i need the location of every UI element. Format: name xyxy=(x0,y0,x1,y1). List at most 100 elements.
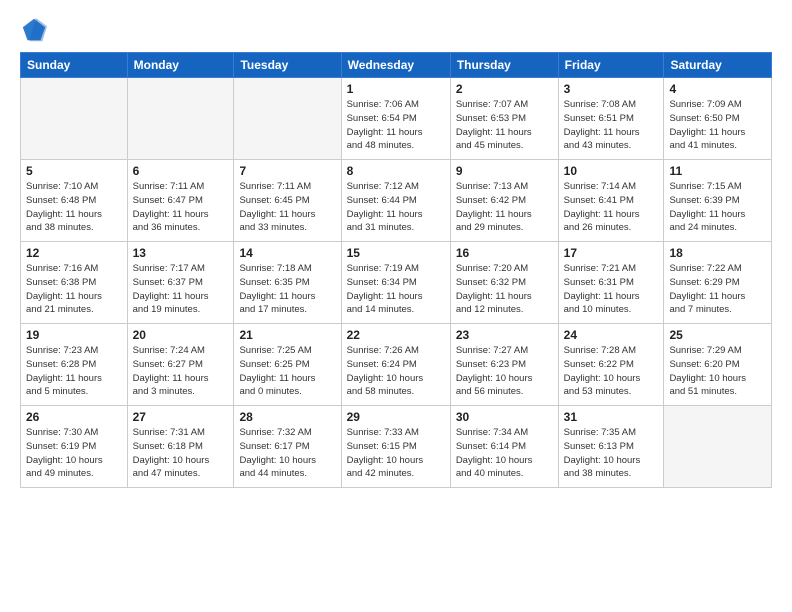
day-info: Sunrise: 7:19 AM Sunset: 6:34 PM Dayligh… xyxy=(347,262,445,317)
calendar-cell: 13 Sunrise: 7:17 AM Sunset: 6:37 PM Dayli… xyxy=(127,242,234,324)
calendar-cell: 2Sunrise: 7:07 AM Sunset: 6:53 PM Daylig… xyxy=(450,78,558,160)
calendar-cell: 9 Sunrise: 7:13 AM Sunset: 6:42 PM Daylig… xyxy=(450,160,558,242)
col-header-saturday: Saturday xyxy=(664,53,772,78)
day-number: 5 xyxy=(26,164,122,178)
day-number: 18 xyxy=(669,246,766,260)
day-info: Sunrise: 7:28 AM Sunset: 6:22 PM Dayligh… xyxy=(564,344,659,399)
day-number: 11 xyxy=(669,164,766,178)
day-number: 8 xyxy=(347,164,445,178)
day-info: Sunrise: 7:26 AM Sunset: 6:24 PM Dayligh… xyxy=(347,344,445,399)
calendar-cell xyxy=(127,78,234,160)
calendar-cell: 25 Sunrise: 7:29 AM Sunset: 6:20 PM Dayli… xyxy=(664,324,772,406)
calendar-cell xyxy=(234,78,341,160)
day-info: Sunrise: 7:23 AM Sunset: 6:28 PM Dayligh… xyxy=(26,344,122,399)
calendar-week-3: 19 Sunrise: 7:23 AM Sunset: 6:28 PM Dayli… xyxy=(21,324,772,406)
calendar-cell: 12 Sunrise: 7:16 AM Sunset: 6:38 PM Dayli… xyxy=(21,242,128,324)
page: SundayMondayTuesdayWednesdayThursdayFrid… xyxy=(0,0,792,612)
day-number: 26 xyxy=(26,410,122,424)
day-info: Sunrise: 7:18 AM Sunset: 6:35 PM Dayligh… xyxy=(239,262,335,317)
day-info: Sunrise: 7:15 AM Sunset: 6:39 PM Dayligh… xyxy=(669,180,766,235)
col-header-thursday: Thursday xyxy=(450,53,558,78)
day-info: Sunrise: 7:09 AM Sunset: 6:50 PM Dayligh… xyxy=(669,98,766,153)
col-header-friday: Friday xyxy=(558,53,664,78)
calendar-cell: 7Sunrise: 7:11 AM Sunset: 6:45 PM Daylig… xyxy=(234,160,341,242)
day-info: Sunrise: 7:22 AM Sunset: 6:29 PM Dayligh… xyxy=(669,262,766,317)
calendar-week-2: 12 Sunrise: 7:16 AM Sunset: 6:38 PM Dayli… xyxy=(21,242,772,324)
calendar: SundayMondayTuesdayWednesdayThursdayFrid… xyxy=(20,52,772,488)
day-info: Sunrise: 7:35 AM Sunset: 6:13 PM Dayligh… xyxy=(564,426,659,481)
day-number: 1 xyxy=(347,82,445,96)
day-number: 27 xyxy=(133,410,229,424)
calendar-cell: 23Sunrise: 7:27 AM Sunset: 6:23 PM Dayli… xyxy=(450,324,558,406)
calendar-cell: 8 Sunrise: 7:12 AM Sunset: 6:44 PM Daylig… xyxy=(341,160,450,242)
day-number: 17 xyxy=(564,246,659,260)
day-number: 21 xyxy=(239,328,335,342)
day-number: 16 xyxy=(456,246,553,260)
calendar-cell: 14 Sunrise: 7:18 AM Sunset: 6:35 PM Dayli… xyxy=(234,242,341,324)
day-number: 13 xyxy=(133,246,229,260)
day-info: Sunrise: 7:32 AM Sunset: 6:17 PM Dayligh… xyxy=(239,426,335,481)
day-number: 20 xyxy=(133,328,229,342)
day-info: Sunrise: 7:21 AM Sunset: 6:31 PM Dayligh… xyxy=(564,262,659,317)
logo-icon xyxy=(20,16,48,44)
header xyxy=(20,16,772,44)
day-info: Sunrise: 7:29 AM Sunset: 6:20 PM Dayligh… xyxy=(669,344,766,399)
calendar-cell: 21 Sunrise: 7:25 AM Sunset: 6:25 PM Dayli… xyxy=(234,324,341,406)
col-header-tuesday: Tuesday xyxy=(234,53,341,78)
day-info: Sunrise: 7:17 AM Sunset: 6:37 PM Dayligh… xyxy=(133,262,229,317)
calendar-week-1: 5 Sunrise: 7:10 AM Sunset: 6:48 PM Daylig… xyxy=(21,160,772,242)
day-number: 30 xyxy=(456,410,553,424)
calendar-cell: 6Sunrise: 7:11 AM Sunset: 6:47 PM Daylig… xyxy=(127,160,234,242)
calendar-cell: 11 Sunrise: 7:15 AM Sunset: 6:39 PM Dayli… xyxy=(664,160,772,242)
calendar-cell: 3Sunrise: 7:08 AM Sunset: 6:51 PM Daylig… xyxy=(558,78,664,160)
logo xyxy=(20,16,52,44)
day-number: 23 xyxy=(456,328,553,342)
calendar-cell: 28 Sunrise: 7:32 AM Sunset: 6:17 PM Dayli… xyxy=(234,406,341,488)
day-info: Sunrise: 7:10 AM Sunset: 6:48 PM Dayligh… xyxy=(26,180,122,235)
day-number: 25 xyxy=(669,328,766,342)
day-info: Sunrise: 7:12 AM Sunset: 6:44 PM Dayligh… xyxy=(347,180,445,235)
calendar-week-4: 26Sunrise: 7:30 AM Sunset: 6:19 PM Dayli… xyxy=(21,406,772,488)
day-number: 4 xyxy=(669,82,766,96)
day-info: Sunrise: 7:24 AM Sunset: 6:27 PM Dayligh… xyxy=(133,344,229,399)
day-info: Sunrise: 7:25 AM Sunset: 6:25 PM Dayligh… xyxy=(239,344,335,399)
calendar-cell xyxy=(664,406,772,488)
col-header-monday: Monday xyxy=(127,53,234,78)
calendar-cell: 18 Sunrise: 7:22 AM Sunset: 6:29 PM Dayli… xyxy=(664,242,772,324)
day-info: Sunrise: 7:11 AM Sunset: 6:45 PM Dayligh… xyxy=(239,180,335,235)
day-number: 12 xyxy=(26,246,122,260)
day-info: Sunrise: 7:13 AM Sunset: 6:42 PM Dayligh… xyxy=(456,180,553,235)
day-info: Sunrise: 7:11 AM Sunset: 6:47 PM Dayligh… xyxy=(133,180,229,235)
day-number: 10 xyxy=(564,164,659,178)
day-info: Sunrise: 7:33 AM Sunset: 6:15 PM Dayligh… xyxy=(347,426,445,481)
col-header-sunday: Sunday xyxy=(21,53,128,78)
day-number: 14 xyxy=(239,246,335,260)
day-number: 29 xyxy=(347,410,445,424)
calendar-cell: 26Sunrise: 7:30 AM Sunset: 6:19 PM Dayli… xyxy=(21,406,128,488)
day-number: 28 xyxy=(239,410,335,424)
calendar-cell xyxy=(21,78,128,160)
day-number: 24 xyxy=(564,328,659,342)
calendar-cell: 27 Sunrise: 7:31 AM Sunset: 6:18 PM Dayli… xyxy=(127,406,234,488)
day-number: 19 xyxy=(26,328,122,342)
calendar-cell: 24 Sunrise: 7:28 AM Sunset: 6:22 PM Dayli… xyxy=(558,324,664,406)
calendar-cell: 1 Sunrise: 7:06 AM Sunset: 6:54 PM Daylig… xyxy=(341,78,450,160)
calendar-cell: 22 Sunrise: 7:26 AM Sunset: 6:24 PM Dayli… xyxy=(341,324,450,406)
day-info: Sunrise: 7:20 AM Sunset: 6:32 PM Dayligh… xyxy=(456,262,553,317)
day-info: Sunrise: 7:31 AM Sunset: 6:18 PM Dayligh… xyxy=(133,426,229,481)
day-info: Sunrise: 7:34 AM Sunset: 6:14 PM Dayligh… xyxy=(456,426,553,481)
day-number: 31 xyxy=(564,410,659,424)
day-number: 15 xyxy=(347,246,445,260)
col-header-wednesday: Wednesday xyxy=(341,53,450,78)
calendar-week-0: 1 Sunrise: 7:06 AM Sunset: 6:54 PM Daylig… xyxy=(21,78,772,160)
calendar-cell: 19 Sunrise: 7:23 AM Sunset: 6:28 PM Dayli… xyxy=(21,324,128,406)
day-info: Sunrise: 7:16 AM Sunset: 6:38 PM Dayligh… xyxy=(26,262,122,317)
day-info: Sunrise: 7:07 AM Sunset: 6:53 PM Dayligh… xyxy=(456,98,553,153)
day-info: Sunrise: 7:08 AM Sunset: 6:51 PM Dayligh… xyxy=(564,98,659,153)
calendar-cell: 5 Sunrise: 7:10 AM Sunset: 6:48 PM Daylig… xyxy=(21,160,128,242)
calendar-cell: 31 Sunrise: 7:35 AM Sunset: 6:13 PM Dayli… xyxy=(558,406,664,488)
day-number: 22 xyxy=(347,328,445,342)
day-number: 9 xyxy=(456,164,553,178)
day-info: Sunrise: 7:06 AM Sunset: 6:54 PM Dayligh… xyxy=(347,98,445,153)
calendar-cell: 4 Sunrise: 7:09 AM Sunset: 6:50 PM Daylig… xyxy=(664,78,772,160)
